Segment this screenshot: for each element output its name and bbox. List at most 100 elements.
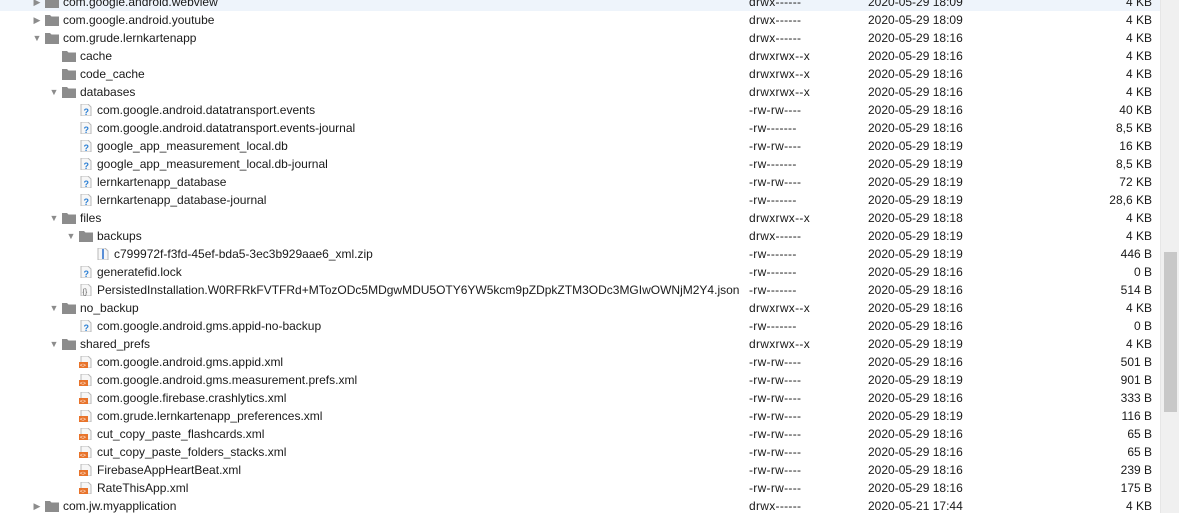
file-row[interactable]: <> FirebaseAppHeartBeat.xml -rw-rw---- 2020… (0, 461, 1160, 479)
xml-file-icon: <> (79, 374, 93, 386)
file-name: google_app_measurement_local.db (97, 139, 288, 153)
file-row[interactable]: ? com.google.android.gms.appid-no-backup -… (0, 317, 1160, 335)
collapse-toggle-icon[interactable] (47, 83, 61, 101)
file-row[interactable]: ? google_app_measurement_local.db -rw-rw--… (0, 137, 1160, 155)
file-date: 2020-05-29 18:19 (868, 157, 963, 171)
scrollbar-thumb[interactable] (1164, 252, 1177, 412)
collapse-toggle-icon[interactable] (47, 209, 61, 227)
svg-text:{}: {} (83, 289, 88, 296)
svg-text:<>: <> (80, 399, 86, 404)
file-date: 2020-05-29 18:18 (868, 211, 963, 225)
folder-row[interactable]: com.jw.myapplication drwx------ 2020-05-21… (0, 497, 1160, 513)
xml-file-icon: <> (79, 410, 93, 422)
xml-file-icon: <> (79, 356, 93, 368)
file-row[interactable]: ? com.google.android.datatransport.events… (0, 101, 1160, 119)
file-size: 72 KB (1119, 175, 1152, 189)
folder-row[interactable]: code_cache drwxrwx--x 2020-05-29 18:16 4 KB (0, 65, 1160, 83)
file-row[interactable]: <> com.google.android.gms.appid.xml -rw-rw… (0, 353, 1160, 371)
file-name: com.google.android.youtube (63, 13, 215, 27)
file-row[interactable]: ? lernkartenapp_database-journal -rw------… (0, 191, 1160, 209)
file-name: com.jw.myapplication (63, 499, 177, 513)
file-date: 2020-05-29 18:19 (868, 229, 963, 243)
file-size: 65 B (1127, 427, 1152, 441)
file-permissions: -rw------- (749, 283, 797, 297)
file-date: 2020-05-29 18:16 (868, 319, 963, 333)
file-name: com.google.android.datatransport.events (97, 103, 316, 117)
svg-text:?: ? (84, 323, 90, 332)
file-row[interactable]: <> com.google.android.gms.measurement.pre… (0, 371, 1160, 389)
svg-text:<>: <> (80, 453, 86, 458)
expand-toggle-icon[interactable] (30, 11, 44, 29)
vertical-scrollbar[interactable] (1160, 0, 1179, 513)
svg-text:<>: <> (80, 381, 86, 386)
file-size: 514 B (1120, 283, 1152, 297)
file-name: lernkartenapp_database-journal (97, 193, 267, 207)
xml-file-icon: <> (79, 392, 93, 404)
file-permissions: drwxrwx--x (749, 85, 810, 99)
file-row[interactable]: {} PersistedInstallation.W0RFRkFVTFRd+MTo… (0, 281, 1160, 299)
file-size: 239 B (1120, 463, 1152, 477)
file-row[interactable]: c799972f-f3fd-45ef-bda5-3ec3b929aae6_xml… (0, 245, 1160, 263)
file-name: lernkartenapp_database (97, 175, 227, 189)
svg-text:?: ? (84, 179, 90, 188)
file-row[interactable]: <> com.google.firebase.crashlytics.xml -rw… (0, 389, 1160, 407)
file-permissions: -rw------- (749, 247, 797, 261)
file-size: 4 KB (1125, 85, 1152, 99)
file-row[interactable]: <> RateThisApp.xml -rw-rw---- 2020-05-29 18… (0, 479, 1160, 497)
unknown-file-icon: ? (79, 176, 93, 188)
folder-row[interactable]: files drwxrwx--x 2020-05-29 18:18 4 KB (0, 209, 1160, 227)
svg-text:?: ? (84, 161, 90, 170)
folder-row[interactable]: com.google.android.webview drwx------ 2020… (0, 0, 1160, 11)
folder-row[interactable]: shared_prefs drwxrwx--x 2020-05-29 18:19 4 … (0, 335, 1160, 353)
file-name: cut_copy_paste_folders_stacks.xml (97, 445, 287, 459)
file-permissions: drwxrwx--x (749, 49, 810, 63)
folder-row[interactable]: cache drwxrwx--x 2020-05-29 18:16 4 KB (0, 47, 1160, 65)
file-size: 40 KB (1119, 103, 1152, 117)
collapse-toggle-icon[interactable] (47, 299, 61, 317)
folder-row[interactable]: com.grude.lernkartenapp drwx------ 2020-05… (0, 29, 1160, 47)
collapse-toggle-icon[interactable] (64, 227, 78, 245)
file-date: 2020-05-29 18:19 (868, 193, 963, 207)
folder-row[interactable]: backups drwx------ 2020-05-29 18:19 4 KB (0, 227, 1160, 245)
collapse-toggle-icon[interactable] (30, 29, 44, 47)
file-permissions: drwxrwx--x (749, 67, 810, 81)
file-name: databases (80, 85, 136, 99)
file-date: 2020-05-29 18:16 (868, 481, 963, 495)
file-date: 2020-05-29 18:16 (868, 283, 963, 297)
file-row[interactable]: <> cut_copy_paste_flashcards.xml -rw-rw---… (0, 425, 1160, 443)
folder-row[interactable]: no_backup drwxrwx--x 2020-05-29 18:16 4 KB (0, 299, 1160, 317)
file-date: 2020-05-29 18:09 (868, 13, 963, 27)
folder-icon (45, 32, 59, 44)
file-name: RateThisApp.xml (97, 481, 189, 495)
file-size: 65 B (1127, 445, 1152, 459)
file-row[interactable]: ? google_app_measurement_local.db-journal… (0, 155, 1160, 173)
file-name: cache (80, 49, 113, 63)
file-permissions: drwxrwx--x (749, 211, 810, 225)
folder-icon (45, 0, 59, 8)
folder-icon (62, 50, 76, 62)
file-permissions: -rw-rw---- (749, 409, 802, 423)
file-size: 4 KB (1125, 499, 1152, 513)
expand-toggle-icon[interactable] (30, 497, 44, 513)
file-size: 4 KB (1125, 49, 1152, 63)
expand-toggle-icon[interactable] (30, 0, 44, 11)
file-permissions: -rw-rw---- (749, 463, 802, 477)
folder-row[interactable]: databases drwxrwx--x 2020-05-29 18:16 4 KB (0, 83, 1160, 101)
folder-row[interactable]: com.google.android.youtube drwx------ 2020… (0, 11, 1160, 29)
file-size: 28,6 KB (1109, 193, 1152, 207)
file-row[interactable]: <> com.grude.lernkartenapp_preferences.xm… (0, 407, 1160, 425)
file-row[interactable]: ? com.google.android.datatransport.events… (0, 119, 1160, 137)
collapse-toggle-icon[interactable] (47, 335, 61, 353)
svg-text:<>: <> (80, 363, 86, 368)
file-row[interactable]: ? generatefid.lock -rw------- 2020-05-29 18… (0, 263, 1160, 281)
file-date: 2020-05-29 18:19 (868, 175, 963, 189)
file-size: 901 B (1120, 373, 1152, 387)
file-name: google_app_measurement_local.db-journal (97, 157, 328, 171)
file-size: 446 B (1120, 247, 1152, 261)
file-permissions: drwxrwx--x (749, 301, 810, 315)
xml-file-icon: <> (79, 428, 93, 440)
file-row[interactable]: ? lernkartenapp_database -rw-rw---- 2020-05… (0, 173, 1160, 191)
file-permissions: -rw-rw---- (749, 103, 802, 117)
file-row[interactable]: <> cut_copy_paste_folders_stacks.xml -rw-r… (0, 443, 1160, 461)
file-date: 2020-05-29 18:19 (868, 409, 963, 423)
